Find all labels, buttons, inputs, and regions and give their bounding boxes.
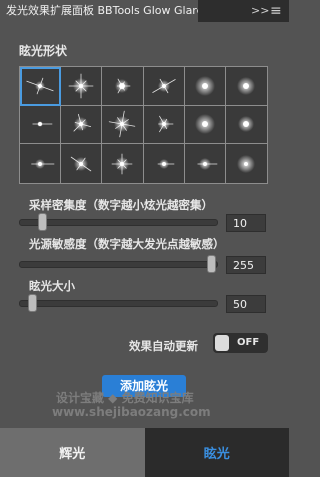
glare-thumbnail-icon [237,154,256,173]
glare-shape-3[interactable] [102,67,144,106]
glare-thumbnail-icon [115,78,131,94]
toggle-state-text: OFF [237,337,260,348]
glare-thumbnail-icon [151,78,176,93]
glare-shape-8[interactable] [61,105,103,145]
glare-shape-1[interactable] [20,67,62,106]
glare-shape-grid [19,66,268,184]
toggle-knob[interactable] [215,335,229,351]
density-value-input[interactable]: 10 [226,214,266,232]
sensitivity-slider-track[interactable] [19,261,218,268]
glare-thumbnail-icon [112,153,133,175]
glare-size-label: 眩光大小 [29,279,75,293]
glare-shape-4[interactable] [143,67,185,106]
glare-shape-10[interactable] [143,105,185,145]
tab-glow[interactable]: 辉光 [0,428,145,477]
glare-thumbnail-icon [32,121,53,128]
glare-size-slider-thumb[interactable] [28,294,37,312]
glare-thumbnail-icon [26,77,54,95]
glare-shape-17[interactable] [185,144,226,183]
glare-shape-2[interactable] [61,67,103,106]
panel-tab-title[interactable]: 发光效果扩展面板 BBTools Glow Glare [0,0,198,22]
tab-glare[interactable]: 眩光 [144,428,289,477]
glare-thumbnail-icon [157,158,174,169]
watermark-line-2: www.shejibaozang.com [52,405,211,419]
glare-shape-9[interactable] [102,105,144,145]
glare-shape-13[interactable] [20,144,62,183]
glare-thumbnail-icon [109,111,136,138]
hamburger-menu-icon[interactable]: ≡ [270,0,282,22]
glare-size-slider-track[interactable] [19,300,218,307]
glare-shape-16[interactable] [144,144,185,183]
density-label: 采样密集度（数字越小炫光越密集） [29,198,213,212]
glare-size-value-input[interactable]: 50 [226,295,266,313]
glare-thumbnail-icon [31,158,55,169]
glare-thumbnail-icon [194,75,215,96]
glare-thumbnail-icon [238,116,255,133]
glare-thumbnail-icon [71,156,92,171]
density-slider-thumb[interactable] [38,213,47,231]
glare-shape-6[interactable] [225,67,267,106]
glare-thumbnail-icon [157,116,173,133]
bottom-tab-bar: 辉光 眩光 [0,428,289,477]
glare-shape-15[interactable] [102,144,144,183]
double-chevron-right-icon[interactable]: >> [251,0,269,22]
title-bar: 发光效果扩展面板 BBTools Glow Glare >> ≡ [0,0,289,22]
sensitivity-label: 光源敏感度（数字越大发光点越敏感） [29,237,225,251]
glare-shape-14[interactable] [61,144,103,183]
glare-thumbnail-icon [197,157,218,170]
sensitivity-value-input[interactable]: 255 [226,256,266,274]
glare-thumbnail-icon [237,76,256,95]
glare-thumbnail-icon [194,114,215,135]
density-slider-track[interactable] [19,219,218,226]
glare-thumbnail-icon [73,114,92,132]
auto-update-label: 效果自动更新 [129,339,198,353]
shapes-section-title: 眩光形状 [19,44,68,58]
glare-shape-12[interactable] [225,106,267,145]
glare-thumbnail-icon [68,73,94,99]
watermark-line-1: 设计宝藏 ◆ 免费知识宝库 [56,391,194,405]
glare-shape-5[interactable] [184,67,226,106]
glare-shape-11[interactable] [184,105,226,145]
glare-shape-18[interactable] [226,144,267,183]
auto-update-toggle[interactable]: OFF [213,333,268,353]
sensitivity-slider-thumb[interactable] [207,255,216,273]
glare-shape-7[interactable] [20,105,62,145]
